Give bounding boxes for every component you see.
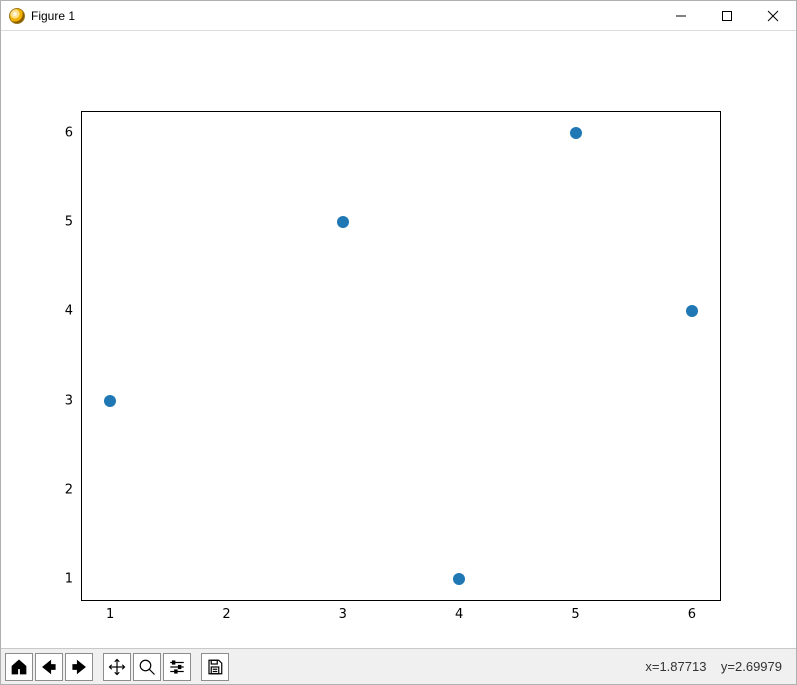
figure-canvas[interactable]: 1 2 3 4 5 6 1 2 3 4 5 6	[1, 31, 796, 648]
arrow-left-icon	[40, 658, 58, 676]
x-tick-label: 6	[688, 607, 696, 622]
x-tick-label: 1	[106, 607, 114, 622]
close-icon	[767, 10, 779, 22]
app-icon	[9, 8, 25, 24]
scatter-point	[104, 395, 116, 407]
home-icon	[10, 658, 28, 676]
home-button[interactable]	[5, 653, 33, 681]
arrow-right-icon	[70, 658, 88, 676]
y-tick-label: 3	[65, 393, 73, 408]
save-icon	[206, 658, 224, 676]
minimize-icon	[676, 11, 686, 21]
minimize-button[interactable]	[658, 1, 704, 31]
y-tick-label: 6	[65, 126, 73, 141]
configure-subplots-button[interactable]	[163, 653, 191, 681]
x-tick-label: 4	[455, 607, 463, 622]
save-button[interactable]	[201, 653, 229, 681]
pan-button[interactable]	[103, 653, 131, 681]
y-tick-label: 2	[65, 482, 73, 497]
x-tick-label: 2	[222, 607, 230, 622]
zoom-button[interactable]	[133, 653, 161, 681]
close-button[interactable]	[750, 1, 796, 31]
x-tick-label: 3	[339, 607, 347, 622]
titlebar: Figure 1	[1, 1, 796, 31]
scatter-point	[570, 127, 582, 139]
maximize-button[interactable]	[704, 1, 750, 31]
x-tick-label: 5	[571, 607, 579, 622]
window-title: Figure 1	[31, 9, 75, 23]
y-tick-label: 1	[65, 571, 73, 586]
sliders-icon	[168, 658, 186, 676]
y-tick-label: 5	[65, 215, 73, 230]
forward-button[interactable]	[65, 653, 93, 681]
y-tick-label: 4	[65, 304, 73, 319]
move-icon	[108, 658, 126, 676]
cursor-coordinates: x=1.87713 y=2.69979	[645, 659, 792, 674]
nav-toolbar: x=1.87713 y=2.69979	[1, 648, 796, 684]
scatter-point	[453, 573, 465, 585]
back-button[interactable]	[35, 653, 63, 681]
maximize-icon	[722, 11, 732, 21]
axes-box	[81, 111, 721, 601]
zoom-icon	[138, 658, 156, 676]
